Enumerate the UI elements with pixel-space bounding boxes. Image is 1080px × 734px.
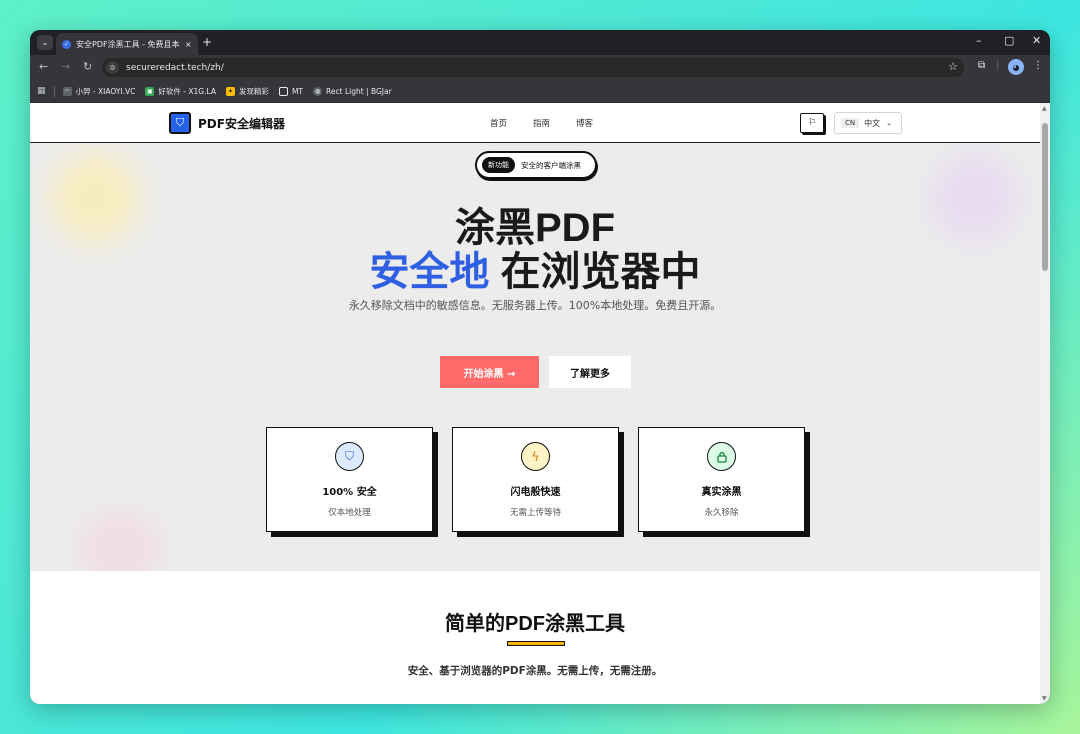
extensions-icon[interactable]: ⧉ xyxy=(978,60,985,71)
feedback-button[interactable]: ⚐ xyxy=(800,113,824,133)
hero-section: 新功能 安全的客户端涂黑 涂黑PDF 安全地 在浏览器中 永久移除文档中的敏感信… xyxy=(30,143,1040,571)
logo-text: PDF安全编辑器 xyxy=(198,116,285,131)
bookmark-x1g[interactable]: ▣ 好软件 - X1G.LA xyxy=(145,86,216,97)
tab-close-icon[interactable]: × xyxy=(185,40,192,49)
minimize-icon[interactable]: – xyxy=(976,34,982,47)
nav-guide[interactable]: 指南 xyxy=(533,117,550,129)
scroll-thumb[interactable] xyxy=(1042,123,1048,271)
profile-avatar[interactable]: ◕ xyxy=(1008,59,1024,75)
bookmark-label: 好软件 - X1G.LA xyxy=(158,86,216,96)
start-redact-button[interactable]: 开始涂黑 → xyxy=(440,356,539,388)
new-tab-icon[interactable]: + xyxy=(202,35,212,49)
globe-icon: ◍ xyxy=(313,86,323,96)
scroll-down-icon[interactable]: ▼ xyxy=(1042,695,1047,702)
bookmark-label: 小羿 - XIAOYI.VC xyxy=(75,86,136,96)
back-icon[interactable]: ← xyxy=(39,60,48,73)
main-nav: 首页 指南 博客 xyxy=(490,117,619,129)
bookmarks-divider xyxy=(53,85,55,97)
title-underline xyxy=(507,641,565,646)
badge-pill: 新功能 xyxy=(482,157,515,173)
feature-desc: 无需上传等待 xyxy=(509,508,561,518)
nav-blog[interactable]: 博客 xyxy=(576,117,593,129)
tab-strip: ⌄ ✓ 安全PDF涂黑工具 - 免费且本地 × + – ▢ ✕ xyxy=(30,30,1050,55)
site-header: ⛉ PDF安全编辑器 首页 指南 博客 ⚐ CN 中文 ⌄ xyxy=(30,103,1040,143)
feature-card-fast: ϟ 闪电般快速 无需上传等待 xyxy=(452,427,619,532)
language-select[interactable]: CN 中文 ⌄ xyxy=(834,112,902,134)
hero-title-accent: 安全地 xyxy=(369,239,490,297)
feedback-icon: ⚐ xyxy=(807,118,817,128)
bookmarks-bar: ▦ ◠ 小羿 - XIAOYI.VC ▣ 好软件 - X1G.LA ✦ 发现精彩… xyxy=(30,80,1050,103)
feature-title: 闪电般快速 xyxy=(510,487,561,498)
bookmark-label: MT xyxy=(291,86,304,96)
bookmark-star-icon[interactable]: ☆ xyxy=(948,60,958,73)
nav-home[interactable]: 首页 xyxy=(490,117,507,129)
feature-desc: 仅本地处理 xyxy=(328,508,371,518)
lang-code: CN xyxy=(841,118,860,128)
browser-tab[interactable]: ✓ 安全PDF涂黑工具 - 免费且本地 × xyxy=(56,33,198,55)
lang-label: 中文 xyxy=(864,118,881,128)
hero-title-rest: 在浏览器中 xyxy=(489,250,701,294)
intro-section: 简单的PDF涂黑工具 安全、基于浏览器的PDF涂黑。无需上传，无需注册。 xyxy=(30,571,1040,704)
bookmark-label: 发现精彩 xyxy=(238,86,269,96)
shield-logo-icon: ⛉ xyxy=(169,112,191,134)
bookmark-mt[interactable]: MT xyxy=(278,86,304,96)
feature-title: 真实涂黑 xyxy=(701,487,742,498)
hero-accent-text: 安全地 xyxy=(369,250,490,294)
reload-icon[interactable]: ↻ xyxy=(83,60,92,73)
maximize-icon[interactable]: ▢ xyxy=(1004,34,1014,47)
feature-title: 100% 安全 xyxy=(322,487,377,498)
feature-card-secure: ⛉ 100% 安全 仅本地处理 xyxy=(266,427,433,532)
bookmark-xiaoyi[interactable]: ◠ 小羿 - XIAOYI.VC xyxy=(62,86,136,97)
close-window-icon[interactable]: ✕ xyxy=(1032,34,1041,47)
new-feature-badge: 新功能 安全的客户端涂黑 xyxy=(475,151,597,179)
lock-icon xyxy=(707,442,736,471)
shield-icon: ⛉ xyxy=(335,442,364,471)
tab-favicon-icon: ✓ xyxy=(62,39,71,49)
hero-subtitle: 永久移除文档中的敏感信息。无服务器上传。100%本地处理。免费且开源。 xyxy=(348,299,722,312)
tab-title: 安全PDF涂黑工具 - 免费且本地 xyxy=(76,39,180,49)
hero-title-line2: 安全地 在浏览器中 xyxy=(30,239,1040,297)
lightning-icon: ϟ xyxy=(521,442,550,471)
section-desc: 安全、基于浏览器的PDF涂黑。无需上传，无需注册。 xyxy=(407,665,663,677)
web-page: ⛉ PDF安全编辑器 首页 指南 博客 ⚐ CN 中文 ⌄ 新功能 安全的客户端… xyxy=(30,103,1040,704)
decor-blob-pink xyxy=(80,513,160,571)
page-scrollbar[interactable]: ▲ ▼ xyxy=(1040,103,1050,704)
toolbar-divider: | xyxy=(996,60,1000,71)
section-title: 简单的PDF涂黑工具 xyxy=(445,613,625,635)
browser-menu-icon[interactable]: ⋮ xyxy=(1033,60,1043,71)
tab-search-icon[interactable]: ⌄ xyxy=(37,35,53,50)
learn-more-button[interactable]: 了解更多 xyxy=(549,356,631,388)
feature-desc: 永久移除 xyxy=(704,508,739,518)
headphones-icon: ◠ xyxy=(62,86,72,96)
browser-toolbar: ← → ↻ ⚙ secureredact.tech/zh/ ☆ ⧉ | ◕ ⋮ xyxy=(30,55,1050,80)
sparkle-icon: ✦ xyxy=(225,86,235,96)
url-text[interactable]: secureredact.tech/zh/ xyxy=(126,63,224,73)
app-icon: ▣ xyxy=(145,86,155,96)
site-info-icon[interactable]: ⚙ xyxy=(106,61,119,74)
bookmark-discover[interactable]: ✦ 发现精彩 xyxy=(225,86,269,97)
site-logo[interactable]: ⛉ PDF安全编辑器 xyxy=(169,112,285,134)
scroll-up-icon[interactable]: ▲ xyxy=(1042,105,1047,112)
badge-text: 安全的客户端涂黑 xyxy=(521,160,581,170)
bookmark-rectlight[interactable]: ◍ Rect Light | BGJar xyxy=(313,86,392,96)
chevron-down-icon: ⌄ xyxy=(886,119,892,127)
address-bar[interactable]: ⚙ secureredact.tech/zh/ ☆ xyxy=(102,58,964,77)
bookmark-label: Rect Light | BGJar xyxy=(326,86,392,96)
apps-grid-icon[interactable]: ▦ xyxy=(37,86,46,96)
browser-window: ⌄ ✓ 安全PDF涂黑工具 - 免费且本地 × + – ▢ ✕ ← → ↻ ⚙ … xyxy=(30,30,1050,704)
forward-icon[interactable]: → xyxy=(61,60,70,73)
folder-icon xyxy=(278,86,288,96)
feature-card-true-redact: 真实涂黑 永久移除 xyxy=(638,427,805,532)
